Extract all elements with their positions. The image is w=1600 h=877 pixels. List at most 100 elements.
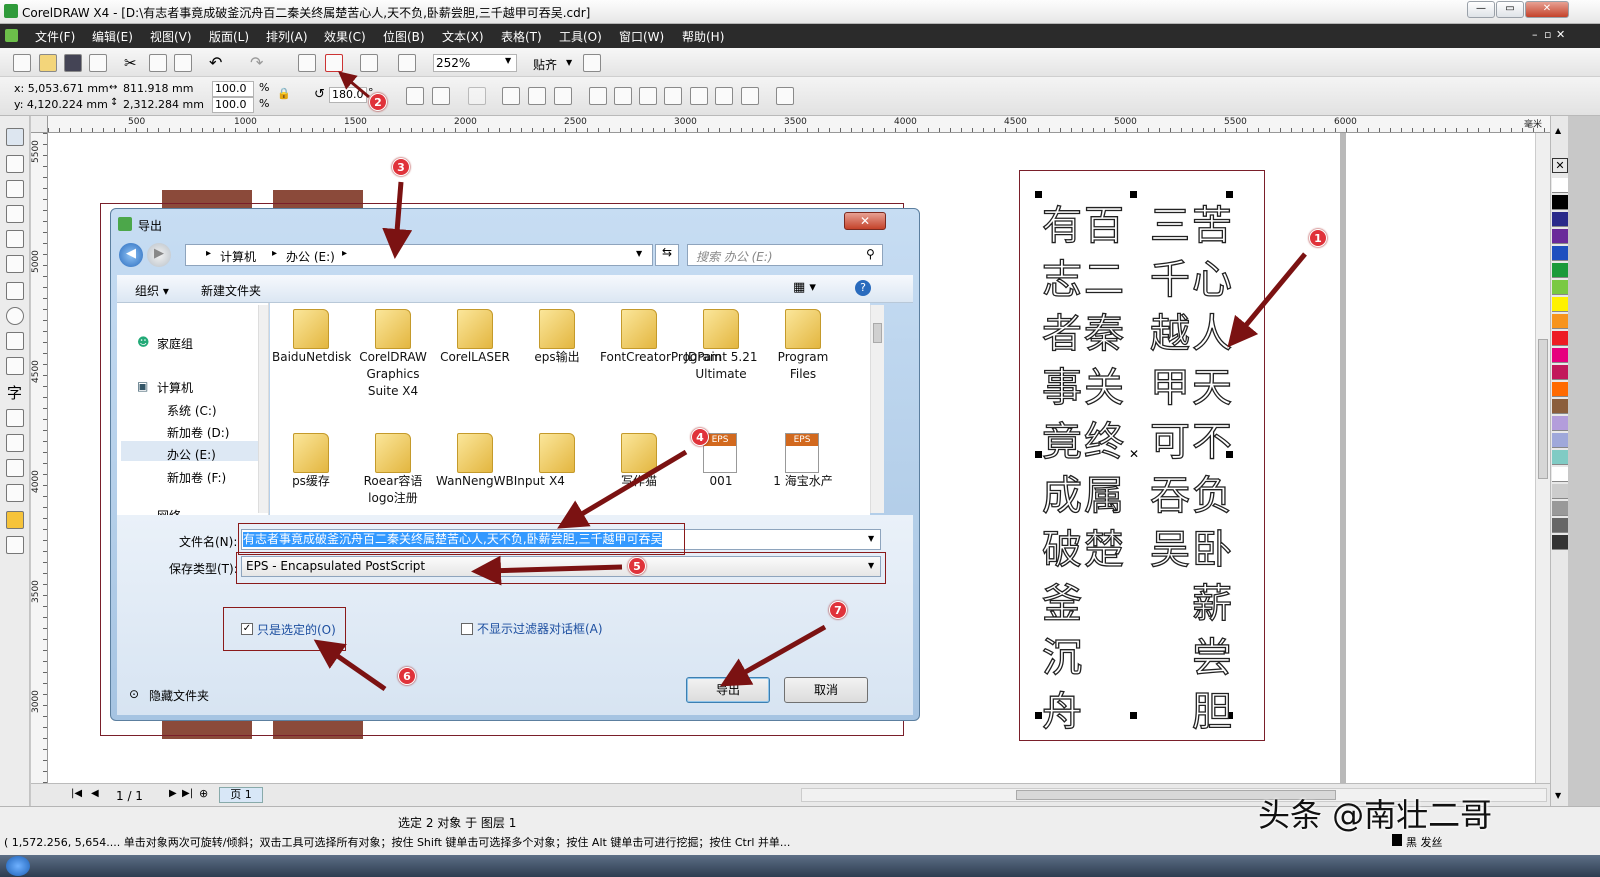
file-item[interactable]: EPS 1 海宝水产 [764, 433, 842, 490]
smart-fill-tool-icon[interactable] [6, 255, 24, 273]
nav-drive-e[interactable]: 办公 (E:) [167, 446, 216, 463]
basic-shapes-tool-icon[interactable] [6, 357, 24, 375]
export-icon[interactable] [325, 54, 343, 72]
rotation-center-icon[interactable]: ✕ [1129, 447, 1139, 461]
help-icon[interactable]: ? [855, 280, 871, 296]
file-item[interactable]: Roear容语logo注册 [354, 433, 432, 507]
file-item[interactable]: CorelLASER [436, 309, 514, 366]
undo-icon[interactable]: ↶ [209, 53, 222, 72]
y-position-field[interactable]: y: 4,120.224 mm [14, 98, 108, 111]
ungroup-icon[interactable] [528, 87, 546, 105]
color-swatch[interactable] [1552, 331, 1568, 346]
snap-menu[interactable]: 贴齐 [533, 56, 557, 73]
menu-arrange[interactable]: 排列(A) [266, 28, 308, 45]
view-options-icon[interactable]: ▦ ▾ [793, 280, 816, 295]
snap-dropdown-icon[interactable]: ▼ [566, 58, 572, 67]
next-page-icon[interactable]: ▶ [169, 788, 177, 799]
doc-close-icon[interactable]: ✕ [1556, 28, 1565, 41]
options-icon[interactable] [583, 54, 601, 72]
simplify-icon[interactable] [690, 87, 708, 105]
new-folder-button[interactable]: 新建文件夹 [201, 282, 261, 299]
print-icon[interactable] [89, 54, 107, 72]
file-item[interactable]: 写作猫 [600, 433, 678, 490]
palette-scroll-up-icon[interactable]: ▲ [1555, 126, 1561, 135]
refresh-button[interactable]: ⇆ [655, 244, 679, 266]
scroll-thumb[interactable] [873, 323, 882, 343]
selection-handle[interactable] [1130, 712, 1137, 719]
menu-edit[interactable]: 编辑(E) [92, 28, 133, 45]
hide-folders-icon[interactable]: ⊙ [129, 687, 139, 701]
selection-handle[interactable] [1130, 191, 1137, 198]
file-item[interactable]: FontCreatorProgram [600, 309, 722, 366]
menu-file[interactable]: 文件(F) [35, 28, 75, 45]
zoom-dropdown-icon[interactable]: ▼ [505, 56, 511, 65]
cut-icon[interactable]: ✂ [124, 54, 137, 72]
color-swatch[interactable] [1552, 195, 1568, 210]
no-filter-checkbox[interactable] [461, 623, 473, 635]
new-doc-icon[interactable] [13, 54, 31, 72]
last-page-icon[interactable]: ▶| [182, 788, 193, 799]
address-bar[interactable]: ▸ 计算机 ▸ 办公 (E:) ▸ ▼ [185, 244, 653, 266]
file-item[interactable]: CorelDRAW Graphics Suite X4 [354, 309, 432, 400]
restore-button[interactable]: ▭ [1496, 1, 1524, 18]
add-page-icon[interactable]: ⊕ [199, 787, 208, 800]
shape-tool-icon[interactable] [6, 155, 24, 173]
export-button[interactable]: 导出 [686, 677, 770, 703]
freehand-tool-icon[interactable] [6, 230, 24, 248]
align-icon[interactable] [468, 87, 486, 105]
blend-tool-icon[interactable] [6, 434, 24, 452]
menu-table[interactable]: 表格(T) [501, 28, 542, 45]
ruler-corner[interactable] [31, 116, 48, 133]
menu-text[interactable]: 文本(X) [442, 28, 484, 45]
file-item[interactable]: ps缓存 [272, 433, 350, 490]
nav-drive-f[interactable]: 新加卷 (F:) [167, 469, 226, 486]
color-swatch[interactable] [1552, 518, 1568, 533]
app-launcher-icon[interactable] [360, 54, 378, 72]
back-button[interactable]: ◀ [119, 243, 143, 267]
color-swatch[interactable] [1552, 246, 1568, 261]
height-field[interactable]: 2,312.284 mm [123, 98, 204, 111]
filename-dropdown-icon[interactable]: ▼ [868, 534, 874, 543]
color-swatch[interactable] [1552, 382, 1568, 397]
scale-y-field[interactable]: 100.0 [212, 97, 254, 113]
file-item[interactable]: Program Files [764, 309, 842, 383]
file-item[interactable]: WanNengWBInput [436, 433, 545, 490]
color-swatch[interactable] [1552, 399, 1568, 414]
interactive-fill-tool-icon[interactable] [6, 536, 24, 554]
fill-tool-icon[interactable] [6, 511, 24, 529]
file-list-scrollbar[interactable] [870, 305, 884, 513]
color-swatch[interactable] [1552, 348, 1568, 363]
color-swatch[interactable] [1552, 365, 1568, 380]
color-swatch[interactable] [1552, 297, 1568, 312]
nav-scrollbar[interactable] [258, 305, 268, 513]
file-item[interactable]: BaiduNetdisk [272, 309, 351, 366]
hide-folders-toggle[interactable]: 隐藏文件夹 [149, 687, 209, 704]
doc-minimize-icon[interactable]: – [1532, 28, 1538, 41]
color-swatch[interactable] [1552, 450, 1568, 465]
color-swatch[interactable] [1552, 535, 1568, 550]
first-page-icon[interactable]: |◀ [71, 788, 82, 799]
doc-restore-icon[interactable]: ▫ [1544, 28, 1551, 41]
nav-homegroup[interactable]: 家庭组 [157, 335, 193, 352]
lock-ratio-icon[interactable]: 🔒 [277, 87, 291, 100]
color-swatch[interactable] [1552, 178, 1568, 193]
nav-computer[interactable]: 计算机 [157, 379, 193, 396]
organize-button[interactable]: 组织 ▾ [135, 282, 169, 299]
back-minus-front-icon[interactable] [741, 87, 759, 105]
file-item[interactable]: eps输出 [518, 309, 596, 366]
horizontal-ruler[interactable]: 500 1000 1500 2000 2500 3000 3500 4000 4… [48, 116, 1550, 133]
address-dropdown-icon[interactable]: ▼ [636, 249, 642, 258]
breadcrumb-computer[interactable]: 计算机 [220, 248, 256, 265]
group-icon[interactable] [502, 87, 520, 105]
redo-icon[interactable]: ↷ [250, 53, 263, 72]
scale-x-field[interactable]: 100.0 [212, 81, 254, 97]
menu-help[interactable]: 帮助(H) [682, 28, 724, 45]
forward-button[interactable]: ▶ [147, 243, 171, 267]
rotation-field[interactable]: 180.0 [329, 87, 367, 103]
menu-bitmaps[interactable]: 位图(B) [383, 28, 425, 45]
pick-tool-icon[interactable] [6, 128, 24, 146]
trim-icon[interactable] [639, 87, 657, 105]
welcome-screen-icon[interactable] [398, 54, 416, 72]
vertical-ruler[interactable]: 5500 5000 4500 4000 3500 3000 [31, 133, 48, 783]
save-icon[interactable] [64, 54, 82, 72]
